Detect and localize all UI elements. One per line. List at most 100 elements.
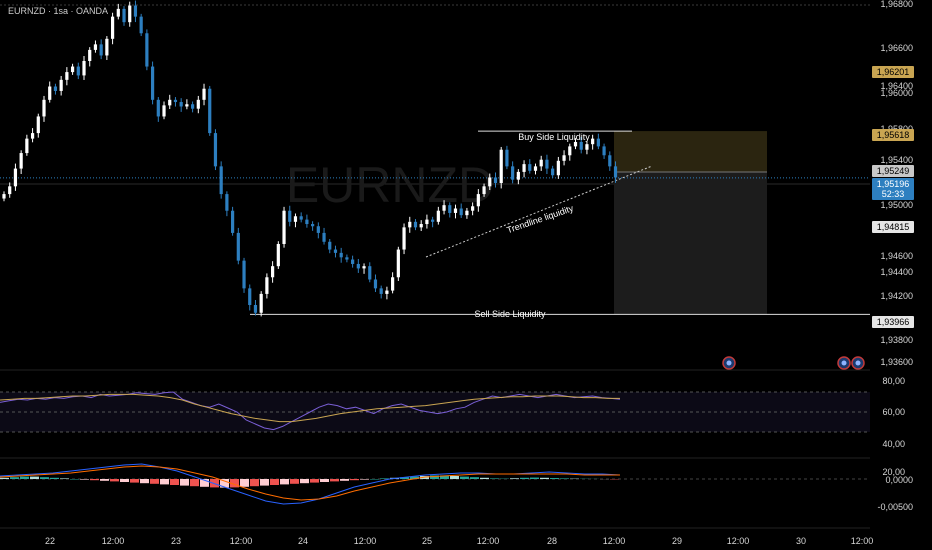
macd-histogram-bar (240, 479, 249, 487)
candle-body (568, 146, 572, 156)
candle-body (596, 138, 600, 147)
candle-body (345, 257, 349, 260)
candle-body (128, 5, 132, 23)
candle-body (368, 266, 372, 280)
candle-body (339, 252, 343, 258)
candle-body (30, 133, 35, 139)
candle-body (116, 8, 120, 17)
candle-body (379, 288, 383, 294)
event-marker-dot-icon (726, 360, 732, 366)
candle-body (99, 44, 103, 56)
candle-body (242, 260, 246, 289)
candle-body (219, 166, 223, 195)
candle-body (208, 88, 212, 134)
candle-body (259, 293, 263, 313)
time-tick-label: 29 (672, 536, 682, 546)
macd-histogram-bar (540, 477, 549, 479)
macd-histogram-bar (550, 478, 559, 479)
candle-body (59, 79, 63, 91)
time-tick-label: 25 (422, 536, 432, 546)
candle-body (305, 219, 309, 225)
candle-body (42, 99, 46, 117)
macd-histogram-bar (370, 479, 379, 480)
candle-body (202, 88, 206, 100)
candle-body (139, 16, 143, 34)
time-tick-label: 24 (298, 536, 308, 546)
price-badge-label: 1,95618 (877, 130, 910, 140)
candle-body (53, 86, 58, 91)
oscillator-tick-label: 40,00 (882, 439, 905, 449)
price-tick-label: 1,96800 (880, 0, 913, 9)
macd-histogram-bar (180, 479, 189, 486)
candle-body (110, 16, 115, 39)
time-tick-label: 23 (171, 536, 181, 546)
time-axis[interactable]: 22 12:00 23 12:00 24 12:00 25 12:00 28 12:00 29 12:… (0, 530, 932, 550)
candle-body (322, 232, 326, 242)
macd-histogram-bar (150, 479, 159, 484)
candle-body (190, 104, 195, 109)
oscillator-pane (0, 391, 870, 433)
candle-body (65, 72, 69, 80)
candle-body (591, 138, 595, 145)
macd-histogram-bar (80, 479, 89, 480)
candle-body (82, 61, 86, 76)
candle-body (391, 277, 395, 291)
price-badge-label: 1,95249 (877, 166, 910, 176)
candle-body (288, 210, 292, 222)
macd-histogram-bar (460, 476, 469, 479)
candle-body (213, 133, 218, 167)
candle-body (276, 244, 280, 267)
candle-body (533, 166, 538, 171)
price-tick-label: 1,96600 (880, 43, 913, 53)
candle-body (385, 290, 389, 294)
macd-histogram-bar (20, 476, 29, 479)
candle-body (585, 144, 589, 150)
price-tick-label: 1,94600 (880, 251, 913, 261)
trading-chart[interactable]: EURNZD Buy Side Liquidity Trendline liqu… (0, 0, 932, 550)
candle-body (505, 149, 509, 167)
macd-histogram-bar (310, 479, 319, 483)
candle-body (311, 224, 315, 227)
macd-histogram-bar (0, 477, 9, 479)
price-tick-label: 1,96000 (880, 88, 913, 98)
trade-box[interactable] (614, 131, 767, 315)
macd-histogram-bar (120, 479, 129, 482)
annotation-sell-side: Sell Side Liquidity (474, 309, 546, 319)
candle-body (545, 159, 549, 169)
symbol-label[interactable]: EURNZD · 1sa · OANDA (8, 6, 108, 16)
candle-body (299, 216, 303, 220)
time-tick-label: 30 (796, 536, 806, 546)
price-badge-label: 1,96201 (877, 67, 910, 77)
price-tick-label: 1,94200 (880, 291, 913, 301)
candle-body (2, 194, 6, 199)
macd-histogram-bar (320, 479, 329, 482)
candle-body (328, 241, 332, 250)
candle-body (145, 33, 149, 67)
candle-body (248, 288, 252, 305)
time-tick-label: 12:00 (477, 536, 500, 546)
event-marker-dot-icon (841, 360, 847, 366)
price-tick-label: 1,94400 (880, 267, 913, 277)
price-tick-label: 1,95400 (880, 155, 913, 165)
macd-histogram-bar (480, 477, 489, 479)
time-tick-label: 12:00 (102, 536, 125, 546)
time-tick-label: 12:00 (230, 536, 253, 546)
candle-body (253, 305, 258, 313)
annotation-buy-side: Buy Side Liquidity (518, 132, 590, 142)
candle-body (522, 164, 526, 172)
candle-body (551, 168, 555, 176)
macd-histogram-bar (330, 479, 339, 482)
macd-histogram-bar (510, 478, 519, 479)
macd-histogram-bar (90, 479, 99, 481)
candle-body (493, 177, 498, 183)
time-tick-label: 22 (45, 536, 55, 546)
candle-body (225, 194, 229, 211)
candle-body (408, 221, 412, 228)
macd-histogram-bar (100, 479, 109, 481)
macd-histogram-bar (490, 478, 499, 479)
macd-histogram-bar (190, 479, 199, 487)
candle-body (179, 102, 183, 107)
candle-body (185, 104, 189, 107)
time-axis-background (0, 530, 932, 550)
candle-body (282, 210, 286, 244)
